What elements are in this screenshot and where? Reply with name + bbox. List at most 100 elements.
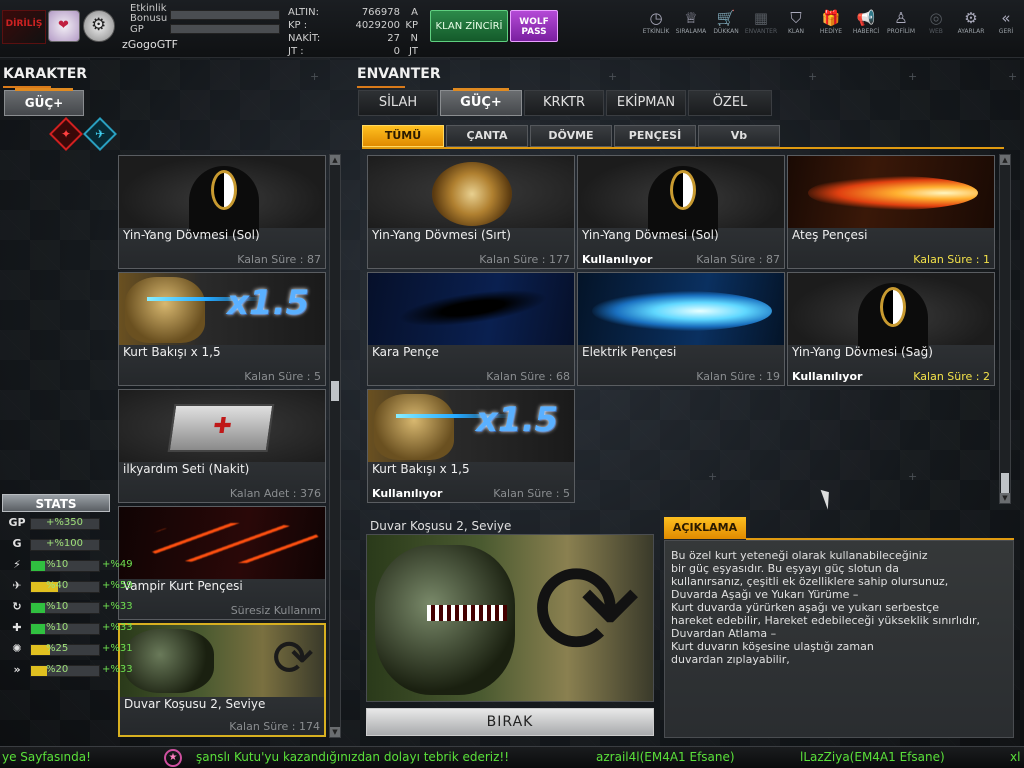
item-remaining: Kalan Adet : 376: [229, 487, 321, 500]
currency-value: 0: [393, 46, 400, 57]
description-line: Duvarda Aşağı ve Yukarı Yürüme –: [671, 588, 859, 601]
tab-character[interactable]: KRKTR: [524, 90, 604, 116]
nav-profile[interactable]: ♙ PROFİLİM: [883, 8, 919, 48]
inventory-item-card[interactable]: Yin-Yang Dövmesi (Sırt) Kalan Süre : 177: [367, 155, 575, 269]
nav-globe[interactable]: ◎ WEB: [918, 8, 954, 48]
inventory-item-card[interactable]: Ateş Pençesi Kalan Süre : 1: [787, 155, 995, 269]
subtab-claw[interactable]: PENÇESİ: [614, 125, 696, 147]
nav-label: PROFİLİM: [886, 28, 916, 35]
username: zGogoGTF: [122, 38, 178, 51]
nav-label: GERİ: [998, 28, 1014, 35]
nav-gear[interactable]: ⚙ AYARLAR: [953, 8, 989, 48]
stat-bonus: +%49: [102, 559, 133, 570]
item-remaining: Kalan Süre : 5: [493, 487, 570, 500]
stat-bonus: +%33: [102, 664, 133, 675]
nav-megaphone[interactable]: 📢 HABERCİ: [848, 8, 884, 48]
nav-gift[interactable]: 🎁 HEDİYE: [813, 8, 849, 48]
nav-cart[interactable]: 🛒 DÜKKAN: [708, 8, 744, 48]
inventory-item-card[interactable]: Yin-Yang Dövmesi (Sol) Kullanılıyor Kalan …: [577, 155, 785, 269]
inventory-item-card[interactable]: Kara Pençe Kalan Süre : 68: [367, 272, 575, 386]
decor-plus: +: [908, 70, 918, 83]
item-remaining: Kalan Süre : 87: [696, 253, 780, 266]
nav-label: WEB: [929, 28, 943, 35]
item-remaining: Kalan Süre : 19: [696, 370, 780, 383]
nav-back[interactable]: «GERİ: [988, 8, 1024, 48]
tab-special[interactable]: ÖZEL: [688, 90, 772, 116]
currency-key: ALTIN:: [288, 7, 319, 18]
subtab-other[interactable]: Vb: [698, 125, 780, 147]
detail-item-image: [366, 534, 654, 702]
ticker-text: şanslı Kutu'yu kazandığınızdan dolayı te…: [196, 750, 510, 764]
game-logo: DİRİLİŞ: [2, 10, 46, 44]
item-image: x1.5: [119, 273, 325, 345]
tab-weapon[interactable]: SİLAH: [358, 90, 438, 116]
nav-shield[interactable]: ⛉ KLAN: [778, 8, 814, 48]
character-scrollbar[interactable]: ▲ ▼: [329, 154, 341, 738]
item-name: ilkyardım Seti (Nakit): [123, 462, 250, 476]
character-item-card[interactable]: ilkyardım Seti (Nakit) Kalan Adet : 376: [118, 389, 326, 503]
gear-icon: ⚙: [964, 9, 978, 27]
nav-clock[interactable]: ◷ ETKİNLİK: [638, 8, 674, 48]
cart-icon: 🛒: [716, 9, 736, 27]
character-item-card[interactable]: x1.5 Kurt Bakışı x 1,5 Kalan Süre : 5: [118, 272, 326, 386]
scroll-down-icon[interactable]: ▼: [330, 727, 340, 737]
stat-row: GP +%350: [6, 516, 136, 532]
character-item-card[interactable]: Vampir Kurt Pençesi Süresiz Kullanım: [118, 506, 326, 620]
item-name: Vampir Kurt Pençesi: [123, 579, 243, 593]
character-item-card[interactable]: Duvar Koşusu 2, Seviye Kalan Süre : 174: [118, 623, 326, 737]
subtab-tattoo[interactable]: DÖVME: [530, 125, 612, 147]
currency-panel: ALTIN: 766978 A KP : 4029200 KP NAKİT: 2…: [284, 3, 424, 57]
detail-item-title: Duvar Koşusu 2, Seviye: [370, 519, 512, 533]
description-line: bir güç eşyasıdır. Bu eşyayı güç slotun …: [671, 562, 899, 575]
nav-label: DÜKKAN: [713, 28, 739, 35]
subtab-all[interactable]: TÜMÜ: [362, 125, 444, 147]
inventory-item-card[interactable]: x1.5 Kurt Bakışı x 1,5 Kullanılıyor Kalan S…: [367, 389, 575, 503]
stat-bonus: +%59: [102, 580, 133, 591]
scroll-up-icon[interactable]: ▲: [330, 155, 340, 165]
description-line: Bu özel kurt yeteneği olarak kullanabile…: [671, 549, 928, 562]
tab-power[interactable]: GÜÇ+: [440, 88, 522, 116]
description-line: hareket edebilir, Hareket edebileceği yü…: [671, 614, 981, 627]
tab-character-power[interactable]: GÜÇ+: [4, 88, 84, 116]
item-remaining: Süresiz Kullanım: [230, 604, 321, 617]
nav-inventory[interactable]: ▦ ENVANTER: [743, 8, 779, 48]
tab-equipment[interactable]: EKİPMAN: [606, 90, 686, 116]
gift-icon: 🎁: [821, 9, 841, 27]
scroll-thumb[interactable]: [331, 381, 339, 401]
wolf-pass-button[interactable]: WOLF PASS: [510, 10, 558, 42]
scroll-up-icon[interactable]: ▲: [1000, 155, 1010, 165]
stat-row: ✈ %40 +%59: [6, 579, 136, 595]
drop-button[interactable]: BIRAK: [366, 708, 654, 736]
clan-chain-button[interactable]: KLAN ZİNCİRİ: [430, 10, 508, 42]
g-icon: G: [12, 537, 22, 550]
item-remaining: Kalan Süre : 177: [479, 253, 570, 266]
subtab-bag[interactable]: ÇANTA: [446, 125, 528, 147]
gp-icon: GP: [8, 516, 26, 529]
run-icon: ⚡: [13, 558, 21, 571]
avatar[interactable]: [48, 10, 80, 42]
item-remaining: Kalan Süre : 174: [229, 720, 320, 733]
clock-icon: ◷: [649, 9, 663, 27]
rank-badge-icon: [83, 10, 115, 42]
inventory-item-card[interactable]: Elektrik Pençesi Kalan Süre : 19: [577, 272, 785, 386]
stat-row: ✚ %10 +%33: [6, 621, 136, 637]
scroll-thumb[interactable]: [1001, 473, 1009, 493]
item-image: [120, 625, 324, 697]
stat-value: %10: [46, 622, 69, 633]
inventory-icon: ▦: [753, 9, 769, 27]
wolf-pass-label: PASS: [521, 27, 547, 37]
scroll-down-icon[interactable]: ▼: [1000, 493, 1010, 503]
character-item-card[interactable]: Yin-Yang Dövmesi (Sol) Kalan Süre : 87: [118, 155, 326, 269]
inventory-scrollbar[interactable]: ▲ ▼: [999, 154, 1011, 504]
decor-plus: +: [1008, 70, 1018, 83]
stat-value: +%100: [46, 538, 83, 549]
item-image: [788, 273, 994, 353]
inventory-item-card[interactable]: Yin-Yang Dövmesi (Sağ) Kullanılıyor Kalan …: [787, 272, 995, 386]
sprint-icon: ✈: [12, 579, 22, 592]
stat-value: %25: [46, 643, 69, 654]
item-image: [368, 156, 574, 228]
stat-row: G +%100: [6, 537, 136, 553]
inventory-title: ENVANTER: [357, 66, 441, 82]
stat-bonus: +%33: [102, 622, 133, 633]
nav-rank[interactable]: ♕ SIRALAMA: [673, 8, 709, 48]
